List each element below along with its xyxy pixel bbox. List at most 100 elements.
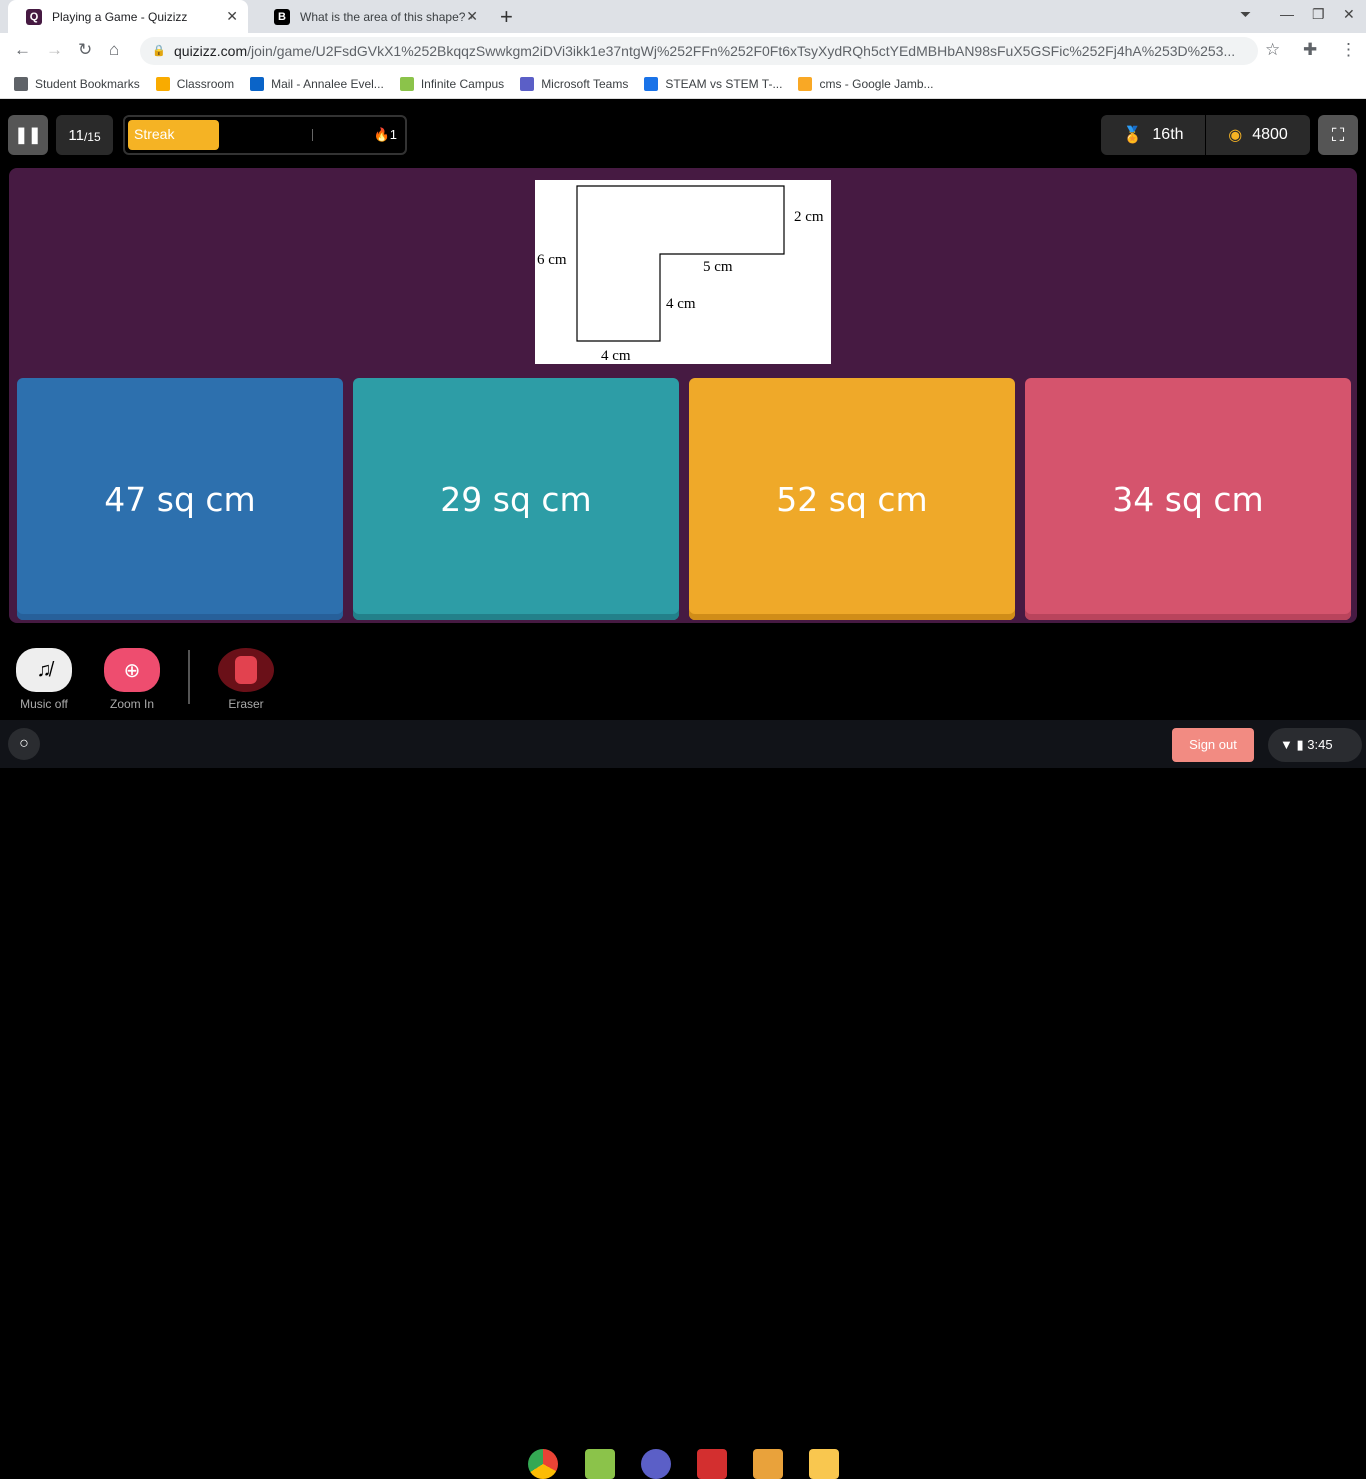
tab-title: What is the area of this shape? -: [300, 9, 473, 24]
answer-option[interactable]: 29 sq cm: [353, 378, 679, 620]
launcher-button[interactable]: ○: [8, 728, 40, 760]
streak-divider: [312, 129, 313, 141]
label-4cm-inner: 4 cm: [666, 296, 696, 312]
rocket-app-icon[interactable]: [753, 1449, 783, 1479]
streak-fill: Streak: [128, 120, 220, 150]
bookmark-item[interactable]: Student Bookmarks: [14, 76, 140, 91]
l-shape: [576, 185, 785, 342]
home-icon[interactable]: ⌂: [109, 40, 119, 60]
bookmark-icon: [798, 76, 813, 91]
label-4cm-bottom: 4 cm: [601, 348, 631, 364]
l-shape-diagram: 2 cm 6 cm 5 cm 4 cm 4 cm: [537, 185, 824, 364]
answer-option[interactable]: 52 sq cm: [689, 378, 1015, 620]
fullscreen-button[interactable]: ⛶: [1318, 115, 1358, 155]
v-app-icon[interactable]: [809, 1449, 839, 1479]
score-badge: ◉ 4800: [1206, 115, 1310, 155]
question-image: 2 cm 6 cm 5 cm 4 cm 4 cm: [535, 180, 831, 364]
bookmark-item[interactable]: cms - Google Jamb...: [798, 76, 934, 91]
pause-button[interactable]: ❚❚: [8, 115, 48, 155]
bookmark-item[interactable]: Classroom: [155, 76, 235, 91]
bookmark-star-icon[interactable]: ☆: [1265, 40, 1280, 60]
answer-text: 29 sq cm: [440, 479, 592, 519]
back-icon[interactable]: ←: [14, 40, 31, 60]
question-number: 11: [68, 126, 84, 144]
answer-text: 34 sq cm: [1112, 479, 1264, 519]
close-tab-icon[interactable]: ✕: [226, 8, 238, 25]
answer-option[interactable]: 34 sq cm: [1025, 378, 1351, 620]
bookmark-label: cms - Google Jamb...: [819, 76, 934, 91]
medal-icon: 🏅: [1122, 127, 1143, 144]
forward-icon[interactable]: →: [46, 40, 63, 60]
close-tab-icon[interactable]: ✕: [466, 8, 478, 25]
nav-bar: ← → ↻ ⌂ 🔒 quizizz.com/join/game/U2FsdGVkX…: [0, 33, 1366, 69]
minimize-button[interactable]: —: [1280, 6, 1294, 22]
label-6cm: 6 cm: [537, 252, 567, 268]
label-5cm: 5 cm: [703, 259, 733, 275]
tab-bar: Q Playing a Game - Quizizz ✕ B What is the …: [0, 0, 1366, 33]
os-shelf: ○ Sign out ▼ ▮ 3:45: [0, 720, 1366, 1479]
music-off-button[interactable]: ♫̸: [16, 648, 72, 692]
tab-quizizz[interactable]: Q Playing a Game - Quizizz ✕: [8, 0, 248, 33]
wifi-icon: ▼: [1280, 737, 1293, 752]
fullscreen-icon: ⛶: [1331, 124, 1345, 145]
bookmark-label: Classroom: [176, 76, 235, 91]
extensions-icon[interactable]: ✚: [1303, 40, 1317, 60]
clock: 3:45: [1307, 737, 1333, 752]
label-2cm: 2 cm: [794, 209, 824, 225]
bookmark-item[interactable]: Microsoft Teams: [520, 76, 628, 91]
status-tray[interactable]: ▼ ▮ 3:45: [1268, 728, 1362, 762]
address-bar[interactable]: 🔒 quizizz.com/join/game/U2FsdGVkX1%252Bkq…: [140, 37, 1258, 65]
new-tab-button[interactable]: +: [500, 4, 513, 30]
lock-icon: 🔒: [152, 45, 166, 57]
bookmark-icon: [14, 76, 28, 91]
tab-search-icon[interactable]: ⏷: [1240, 6, 1251, 23]
quizizz-icon: Q: [26, 8, 42, 25]
zoom-in-button[interactable]: ⊕: [104, 648, 160, 692]
answer-option[interactable]: 47 sq cm: [17, 378, 343, 620]
powerup-divider: [188, 650, 190, 704]
eraser-button[interactable]: [218, 648, 274, 692]
music-off-label: Music off: [20, 697, 68, 711]
answer-text: 47 sq cm: [104, 479, 256, 519]
reload-icon[interactable]: ↻: [78, 40, 92, 60]
zoom-in-label: Zoom In: [109, 697, 154, 711]
teams-app-icon[interactable]: [641, 1449, 671, 1479]
bookmark-label: STEAM vs STEM T-...: [665, 76, 783, 91]
bookmark-icon: [520, 76, 535, 91]
close-window-button[interactable]: ✕: [1343, 6, 1355, 23]
phone-app-icon[interactable]: [697, 1449, 727, 1479]
bookmark-label: Student Bookmarks: [35, 76, 140, 91]
menu-icon[interactable]: ⋮: [1340, 40, 1357, 60]
eraser-label: Eraser: [228, 697, 264, 711]
bookmark-item[interactable]: Mail - Annalee Evel...: [250, 76, 384, 91]
coins-icon: ◉: [1228, 127, 1243, 144]
classroom-app-icon[interactable]: [585, 1449, 615, 1479]
bookmark-item[interactable]: STEAM vs STEM T-...: [644, 76, 783, 91]
streak-count: 🔥1: [373, 127, 397, 142]
bookmark-icon: [644, 76, 659, 91]
pause-icon: ❚❚: [14, 127, 42, 144]
brainly-icon: B: [274, 8, 290, 25]
restore-button[interactable]: ❐: [1312, 6, 1325, 23]
bookmark-icon: [399, 76, 414, 91]
sign-out-button[interactable]: Sign out: [1172, 728, 1254, 762]
url-host: quizizz.com: [174, 43, 248, 59]
url-path: /join/game/U2FsdGVkX1%252BkqqzSwwkgm2iDV…: [247, 43, 1236, 59]
rank-badge: 🏅 16th: [1101, 115, 1205, 155]
bookmark-icon: [155, 76, 170, 91]
music-off-icon: ♫̸: [36, 658, 52, 681]
question-counter: 11/15: [56, 115, 113, 155]
chrome-app-icon[interactable]: [528, 1449, 558, 1479]
answer-text: 52 sq cm: [776, 479, 928, 519]
bookmarks-bar: Student Bookmarks Classroom Mail - Annalee…: [0, 69, 1366, 99]
tab-brainly[interactable]: B What is the area of this shape? - ✕: [256, 0, 488, 33]
bookmark-item[interactable]: Infinite Campus: [399, 76, 504, 91]
bookmark-label: Mail - Annalee Evel...: [271, 76, 384, 91]
tab-title: Playing a Game - Quizizz: [52, 9, 188, 24]
zoom-in-icon: ⊕: [123, 659, 141, 682]
eraser-icon: [235, 656, 257, 684]
rank-value: 16th: [1152, 126, 1184, 143]
score-value: 4800: [1252, 126, 1288, 143]
streak-bar: Streak 🔥1: [123, 115, 407, 155]
question-total: /15: [83, 129, 101, 144]
